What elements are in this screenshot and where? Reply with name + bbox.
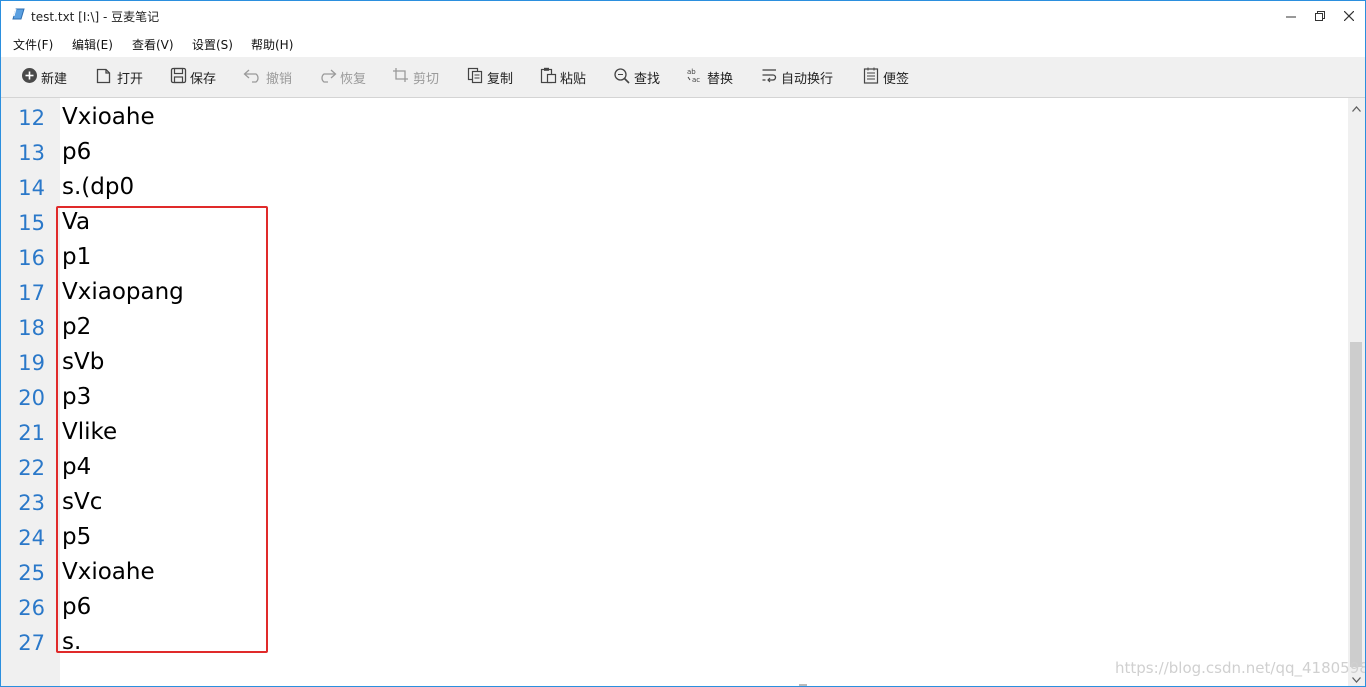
close-button[interactable] xyxy=(1332,1,1365,30)
find-button[interactable]: 查找 xyxy=(613,67,661,88)
paste-label: 粘贴 xyxy=(560,71,587,87)
copy-icon xyxy=(467,67,487,88)
redo-button[interactable]: 恢复 xyxy=(317,67,367,87)
menu-file[interactable]: 文件(F) xyxy=(13,36,53,53)
crop-cut-icon xyxy=(392,67,413,87)
vertical-scrollbar[interactable] xyxy=(1348,98,1365,686)
copy-label: 复制 xyxy=(487,71,514,87)
line-number: 17 xyxy=(18,281,45,305)
line-number: 21 xyxy=(18,421,45,445)
redo-label: 恢复 xyxy=(340,71,367,87)
scrollbar-thumb[interactable] xyxy=(1350,342,1362,667)
document-open-icon xyxy=(96,67,117,88)
line-number: 16 xyxy=(18,246,45,270)
save-disk-icon xyxy=(170,67,190,88)
redo-arrow-icon xyxy=(317,67,340,87)
notepad-window: test.txt [I:\] - 豆麦笔记 文件(F) 编辑(E) 查看(V) … xyxy=(0,0,1366,687)
chevron-up-icon xyxy=(1352,97,1361,116)
line-number: 27 xyxy=(18,631,45,655)
line-text[interactable]: Vxioahe xyxy=(62,104,155,130)
line-number: 22 xyxy=(18,456,45,480)
line-number: 13 xyxy=(18,141,45,165)
svg-text:ab: ab xyxy=(687,68,696,76)
toolbar: 新建 打开 保存 撤销 恢复 剪切 复制 粘贴 查找 ab ac 替换 自动换行… xyxy=(1,57,1365,98)
undo-button[interactable]: 撤销 xyxy=(243,67,293,87)
search-icon xyxy=(613,67,634,88)
line-text[interactable]: p6 xyxy=(62,139,91,165)
cut-button[interactable]: 剪切 xyxy=(392,67,440,87)
red-highlight-box xyxy=(56,206,268,653)
svg-text:ac: ac xyxy=(692,76,700,84)
line-number: 14 xyxy=(18,176,45,200)
paste-button[interactable]: 粘贴 xyxy=(540,67,587,88)
open-label: 打开 xyxy=(117,71,144,87)
app-notepad-icon xyxy=(10,6,26,22)
notes-label: 便签 xyxy=(883,71,910,87)
open-button[interactable]: 打开 xyxy=(96,67,144,88)
menu-view[interactable]: 查看(V) xyxy=(132,36,174,53)
line-number: 25 xyxy=(18,561,45,585)
text-editor[interactable]: 12 Vxioahe 13 p6 14 s.(dp0 15 Va 16 p1 17 Vxiaopang… xyxy=(1,98,1348,686)
notes-button[interactable]: 便签 xyxy=(863,67,910,88)
undo-arrow-icon xyxy=(243,67,266,87)
line-number: 19 xyxy=(18,351,45,375)
undo-label: 撤销 xyxy=(266,71,293,87)
editor-line: 13 p6 xyxy=(1,134,1301,169)
watermark: https://blog.csdn.net/qq_4180598 xyxy=(1115,659,1366,677)
line-number: 24 xyxy=(18,526,45,550)
editor-line: 14 s.(dp0 xyxy=(1,169,1301,204)
paste-clipboard-icon xyxy=(540,67,560,88)
replace-button[interactable]: ab ac 替换 xyxy=(686,67,734,88)
line-number: 15 xyxy=(18,211,45,235)
new-label: 新建 xyxy=(41,71,68,87)
window-title: test.txt [I:\] - 豆麦笔记 xyxy=(31,10,160,24)
save-button[interactable]: 保存 xyxy=(170,67,217,88)
editor-line: 12 Vxioahe xyxy=(1,99,1301,134)
word-wrap-button[interactable]: 自动换行 xyxy=(761,67,834,88)
word-wrap-label: 自动换行 xyxy=(781,71,834,87)
line-number: 23 xyxy=(18,491,45,515)
menu-help[interactable]: 帮助(H) xyxy=(251,36,293,53)
close-icon xyxy=(1343,6,1354,25)
line-number: 20 xyxy=(18,386,45,410)
plus-circle-icon xyxy=(21,67,41,88)
replace-label: 替换 xyxy=(707,71,734,87)
save-label: 保存 xyxy=(190,71,217,87)
line-number: 12 xyxy=(18,106,45,130)
menu-settings[interactable]: 设置(S) xyxy=(192,36,233,53)
line-number: 26 xyxy=(18,596,45,620)
restore-icon xyxy=(1314,6,1325,25)
line-text[interactable]: s.(dp0 xyxy=(62,174,134,200)
sticky-note-icon xyxy=(863,67,883,88)
copy-button[interactable]: 复制 xyxy=(467,67,514,88)
replace-icon: ab ac xyxy=(686,67,707,88)
scroll-up-button[interactable] xyxy=(1348,98,1365,115)
word-wrap-icon xyxy=(761,67,781,88)
title-bar: test.txt [I:\] - 豆麦笔记 xyxy=(1,1,1365,30)
find-label: 查找 xyxy=(634,71,661,87)
line-number: 18 xyxy=(18,316,45,340)
cut-label: 剪切 xyxy=(413,71,440,87)
menu-edit[interactable]: 编辑(E) xyxy=(72,36,113,53)
menu-bar: 文件(F) 编辑(E) 查看(V) 设置(S) 帮助(H) xyxy=(1,31,1365,56)
new-button[interactable]: 新建 xyxy=(21,67,68,88)
minimize-icon xyxy=(1285,6,1296,25)
